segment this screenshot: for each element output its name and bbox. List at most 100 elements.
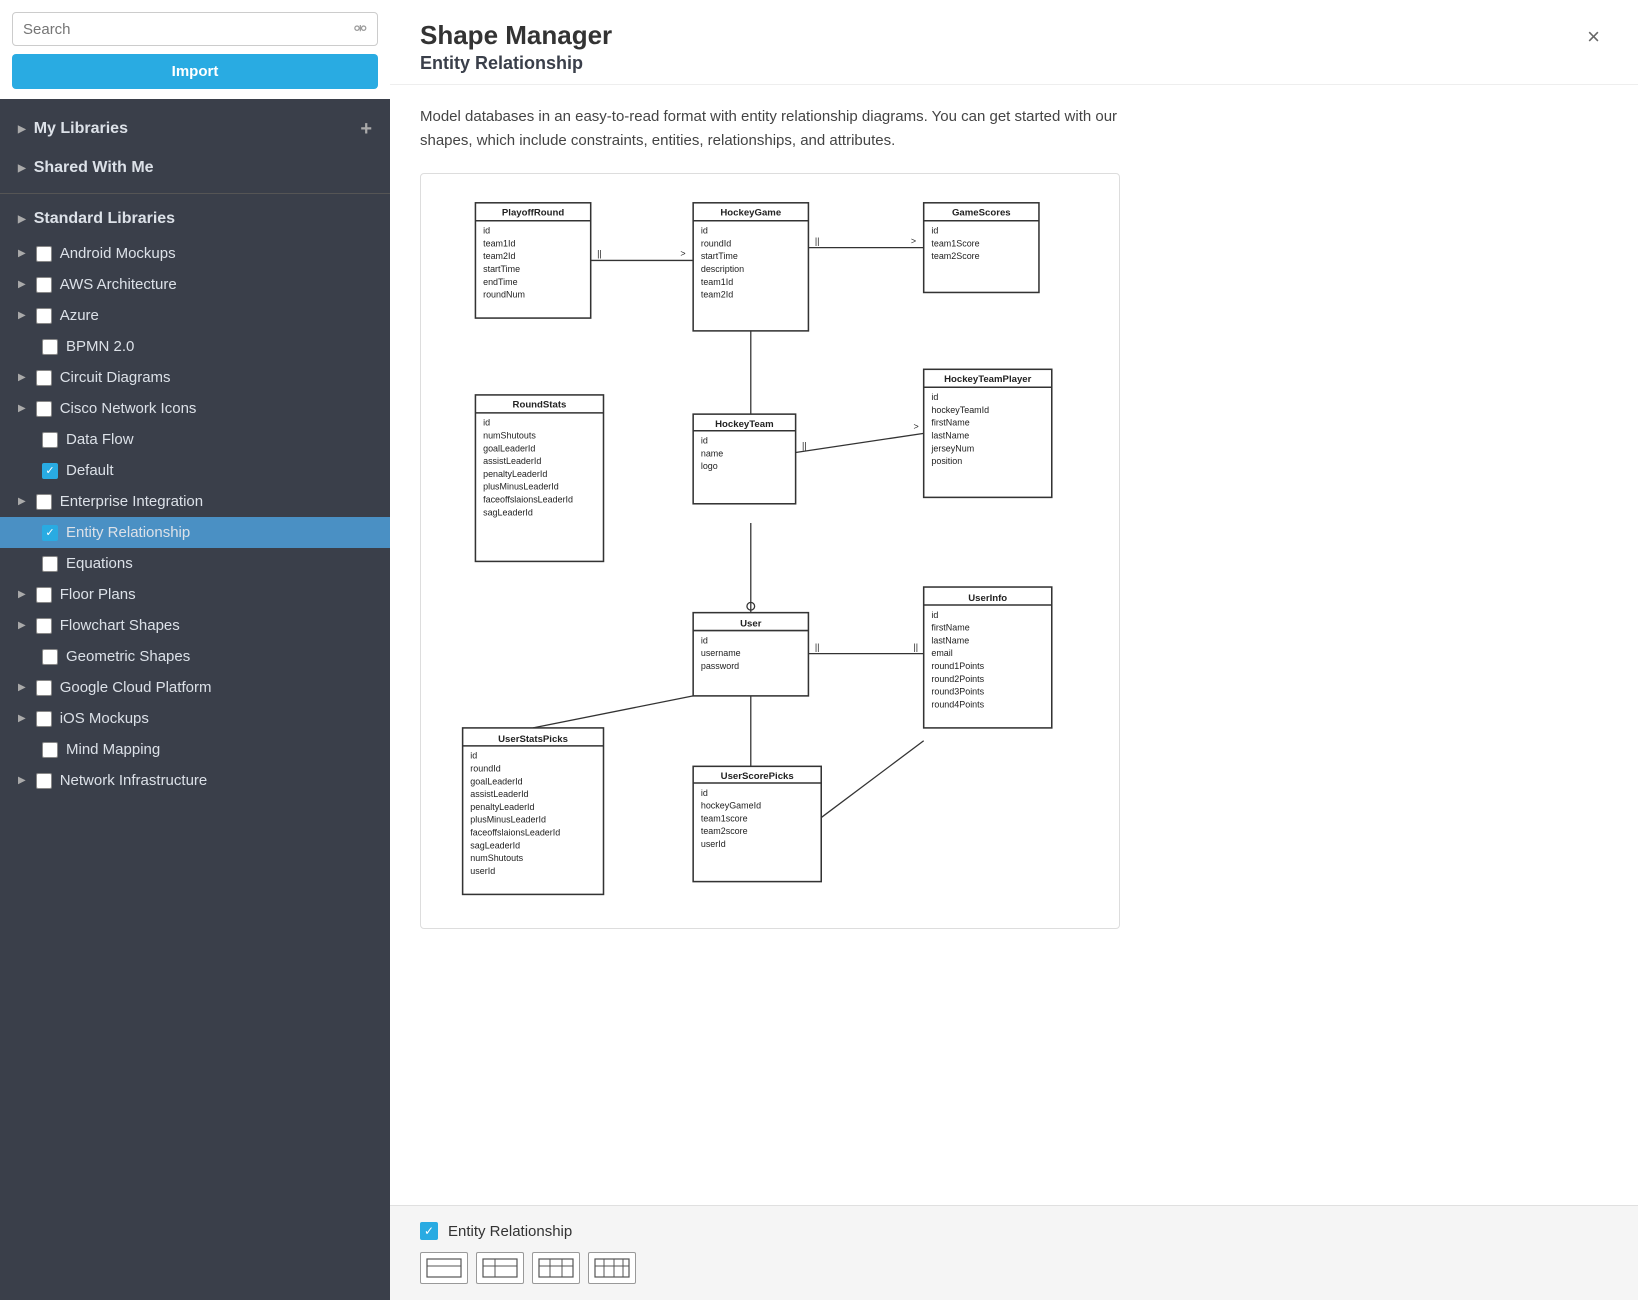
label-entity: Entity Relationship <box>66 524 190 541</box>
sidebar-item-circuit[interactable]: ▶ Circuit Diagrams <box>0 362 390 393</box>
sidebar-item-mind[interactable]: Mind Mapping <box>0 734 390 765</box>
shape-icon-1[interactable] <box>420 1252 468 1284</box>
svg-text:assistLeaderId: assistLeaderId <box>483 456 541 466</box>
footer-section: ✓ Entity Relationship <box>390 1205 1638 1300</box>
chk-floor[interactable] <box>36 587 52 603</box>
my-libraries-label: My Libraries <box>34 120 128 138</box>
arrow-aws: ▶ <box>18 279 26 290</box>
sidebar-item-geometric[interactable]: Geometric Shapes <box>0 641 390 672</box>
close-button[interactable]: × <box>1579 20 1608 54</box>
svg-text:UserStatsPicks: UserStatsPicks <box>498 734 568 745</box>
sidebar-item-equations[interactable]: Equations <box>0 548 390 579</box>
svg-text:round1Points: round1Points <box>931 661 984 671</box>
sidebar-item-aws[interactable]: ▶ AWS Architecture <box>0 269 390 300</box>
shape-icons-row <box>420 1252 1608 1284</box>
search-input[interactable] <box>23 21 354 38</box>
import-button[interactable]: Import <box>12 54 378 89</box>
main-panel: Shape Manager Entity Relationship × Mode… <box>390 0 1638 1300</box>
svg-text:id: id <box>931 392 938 402</box>
chk-android[interactable] <box>36 246 52 262</box>
sidebar-item-android-mockups[interactable]: ▶ Android Mockups <box>0 238 390 269</box>
shape-icon-2[interactable] <box>476 1252 524 1284</box>
label-ios: iOS Mockups <box>60 710 149 727</box>
my-libraries-header[interactable]: ▶ My Libraries + <box>0 109 390 149</box>
svg-text:faceoffslaionsLeaderId: faceoffslaionsLeaderId <box>470 827 560 837</box>
my-libraries-arrow: ▶ <box>18 124 26 135</box>
svg-text:UserInfo: UserInfo <box>968 593 1007 604</box>
sidebar-item-ios[interactable]: ▶ iOS Mockups <box>0 703 390 734</box>
svg-text:hockeyGameId: hockeyGameId <box>701 801 761 811</box>
search-box[interactable]: ⚮ <box>12 12 378 46</box>
chk-mind[interactable] <box>42 742 58 758</box>
svg-text:id: id <box>931 226 938 236</box>
svg-text:round2Points: round2Points <box>931 674 984 684</box>
svg-text:>: > <box>911 236 916 246</box>
chk-default[interactable]: ✓ <box>42 463 58 479</box>
label-network: Network Infrastructure <box>60 772 208 789</box>
svg-text:firstName: firstName <box>931 623 969 633</box>
label-azure: Azure <box>60 307 99 324</box>
arrow-flowchart: ▶ <box>18 620 26 631</box>
label-android: Android Mockups <box>60 245 176 262</box>
svg-text:lastName: lastName <box>931 635 969 645</box>
sidebar-item-bpmn[interactable]: BPMN 2.0 <box>0 331 390 362</box>
svg-text:id: id <box>701 226 708 236</box>
chk-azure[interactable] <box>36 308 52 324</box>
sidebar-item-enterprise[interactable]: ▶ Enterprise Integration <box>0 486 390 517</box>
sidebar-item-flowchart[interactable]: ▶ Flowchart Shapes <box>0 610 390 641</box>
sidebar-item-default[interactable]: ✓ Default <box>0 455 390 486</box>
shared-with-me-header[interactable]: ▶ Shared With Me <box>0 149 390 187</box>
sidebar-item-dataflow[interactable]: Data Flow <box>0 424 390 455</box>
chk-flowchart[interactable] <box>36 618 52 634</box>
svg-text:team2Score: team2Score <box>931 251 979 261</box>
arrow-azure: ▶ <box>18 310 26 321</box>
er-diagram-svg: .er-box { fill: #fff; stroke: #333; stro… <box>437 190 1103 907</box>
chk-enterprise[interactable] <box>36 494 52 510</box>
chk-geometric[interactable] <box>42 649 58 665</box>
svg-text:roundId: roundId <box>470 763 500 773</box>
chk-aws[interactable] <box>36 277 52 293</box>
sidebar-list: ▶ My Libraries + ▶ Shared With Me ▶ Stan… <box>0 99 390 1300</box>
label-bpmn: BPMN 2.0 <box>66 338 134 355</box>
svg-text:penaltyLeaderId: penaltyLeaderId <box>470 802 534 812</box>
svg-text:startTime: startTime <box>701 251 738 261</box>
sidebar-item-network[interactable]: ▶ Network Infrastructure <box>0 765 390 796</box>
label-aws: AWS Architecture <box>60 276 177 293</box>
chk-ios[interactable] <box>36 711 52 727</box>
label-equations: Equations <box>66 555 133 572</box>
svg-text:password: password <box>701 661 739 671</box>
footer-check-icon[interactable]: ✓ <box>420 1222 438 1240</box>
chk-bpmn[interactable] <box>42 339 58 355</box>
label-cisco: Cisco Network Icons <box>60 400 197 417</box>
label-gcp: Google Cloud Platform <box>60 679 212 696</box>
svg-text:id: id <box>483 418 490 428</box>
chk-network[interactable] <box>36 773 52 789</box>
sidebar-item-azure[interactable]: ▶ Azure <box>0 300 390 331</box>
arrow-gcp: ▶ <box>18 682 26 693</box>
svg-text:id: id <box>470 751 477 761</box>
svg-text:round3Points: round3Points <box>931 687 984 697</box>
svg-text:description: description <box>701 264 744 274</box>
add-library-button[interactable]: + <box>360 119 372 139</box>
arrow-ios: ▶ <box>18 713 26 724</box>
chk-dataflow[interactable] <box>42 432 58 448</box>
svg-text:assistLeaderId: assistLeaderId <box>470 789 528 799</box>
chk-equations[interactable] <box>42 556 58 572</box>
sidebar-item-entity[interactable]: ✓ Entity Relationship <box>0 517 390 548</box>
sidebar-item-cisco[interactable]: ▶ Cisco Network Icons <box>0 393 390 424</box>
chk-gcp[interactable] <box>36 680 52 696</box>
chk-circuit[interactable] <box>36 370 52 386</box>
standard-libraries-header[interactable]: ▶ Standard Libraries <box>0 200 390 238</box>
main-subtitle: Entity Relationship <box>420 53 612 74</box>
chk-entity[interactable]: ✓ <box>42 525 58 541</box>
sidebar-item-floor[interactable]: ▶ Floor Plans <box>0 579 390 610</box>
sidebar-item-gcp[interactable]: ▶ Google Cloud Platform <box>0 672 390 703</box>
shape-icon-3[interactable] <box>532 1252 580 1284</box>
divider <box>0 193 390 194</box>
chk-cisco[interactable] <box>36 401 52 417</box>
main-body: Model databases in an easy-to-read forma… <box>390 85 1638 1205</box>
svg-text:||: || <box>802 441 807 451</box>
arrow-enterprise: ▶ <box>18 496 26 507</box>
svg-text:team1score: team1score <box>701 813 748 823</box>
shape-icon-4[interactable] <box>588 1252 636 1284</box>
